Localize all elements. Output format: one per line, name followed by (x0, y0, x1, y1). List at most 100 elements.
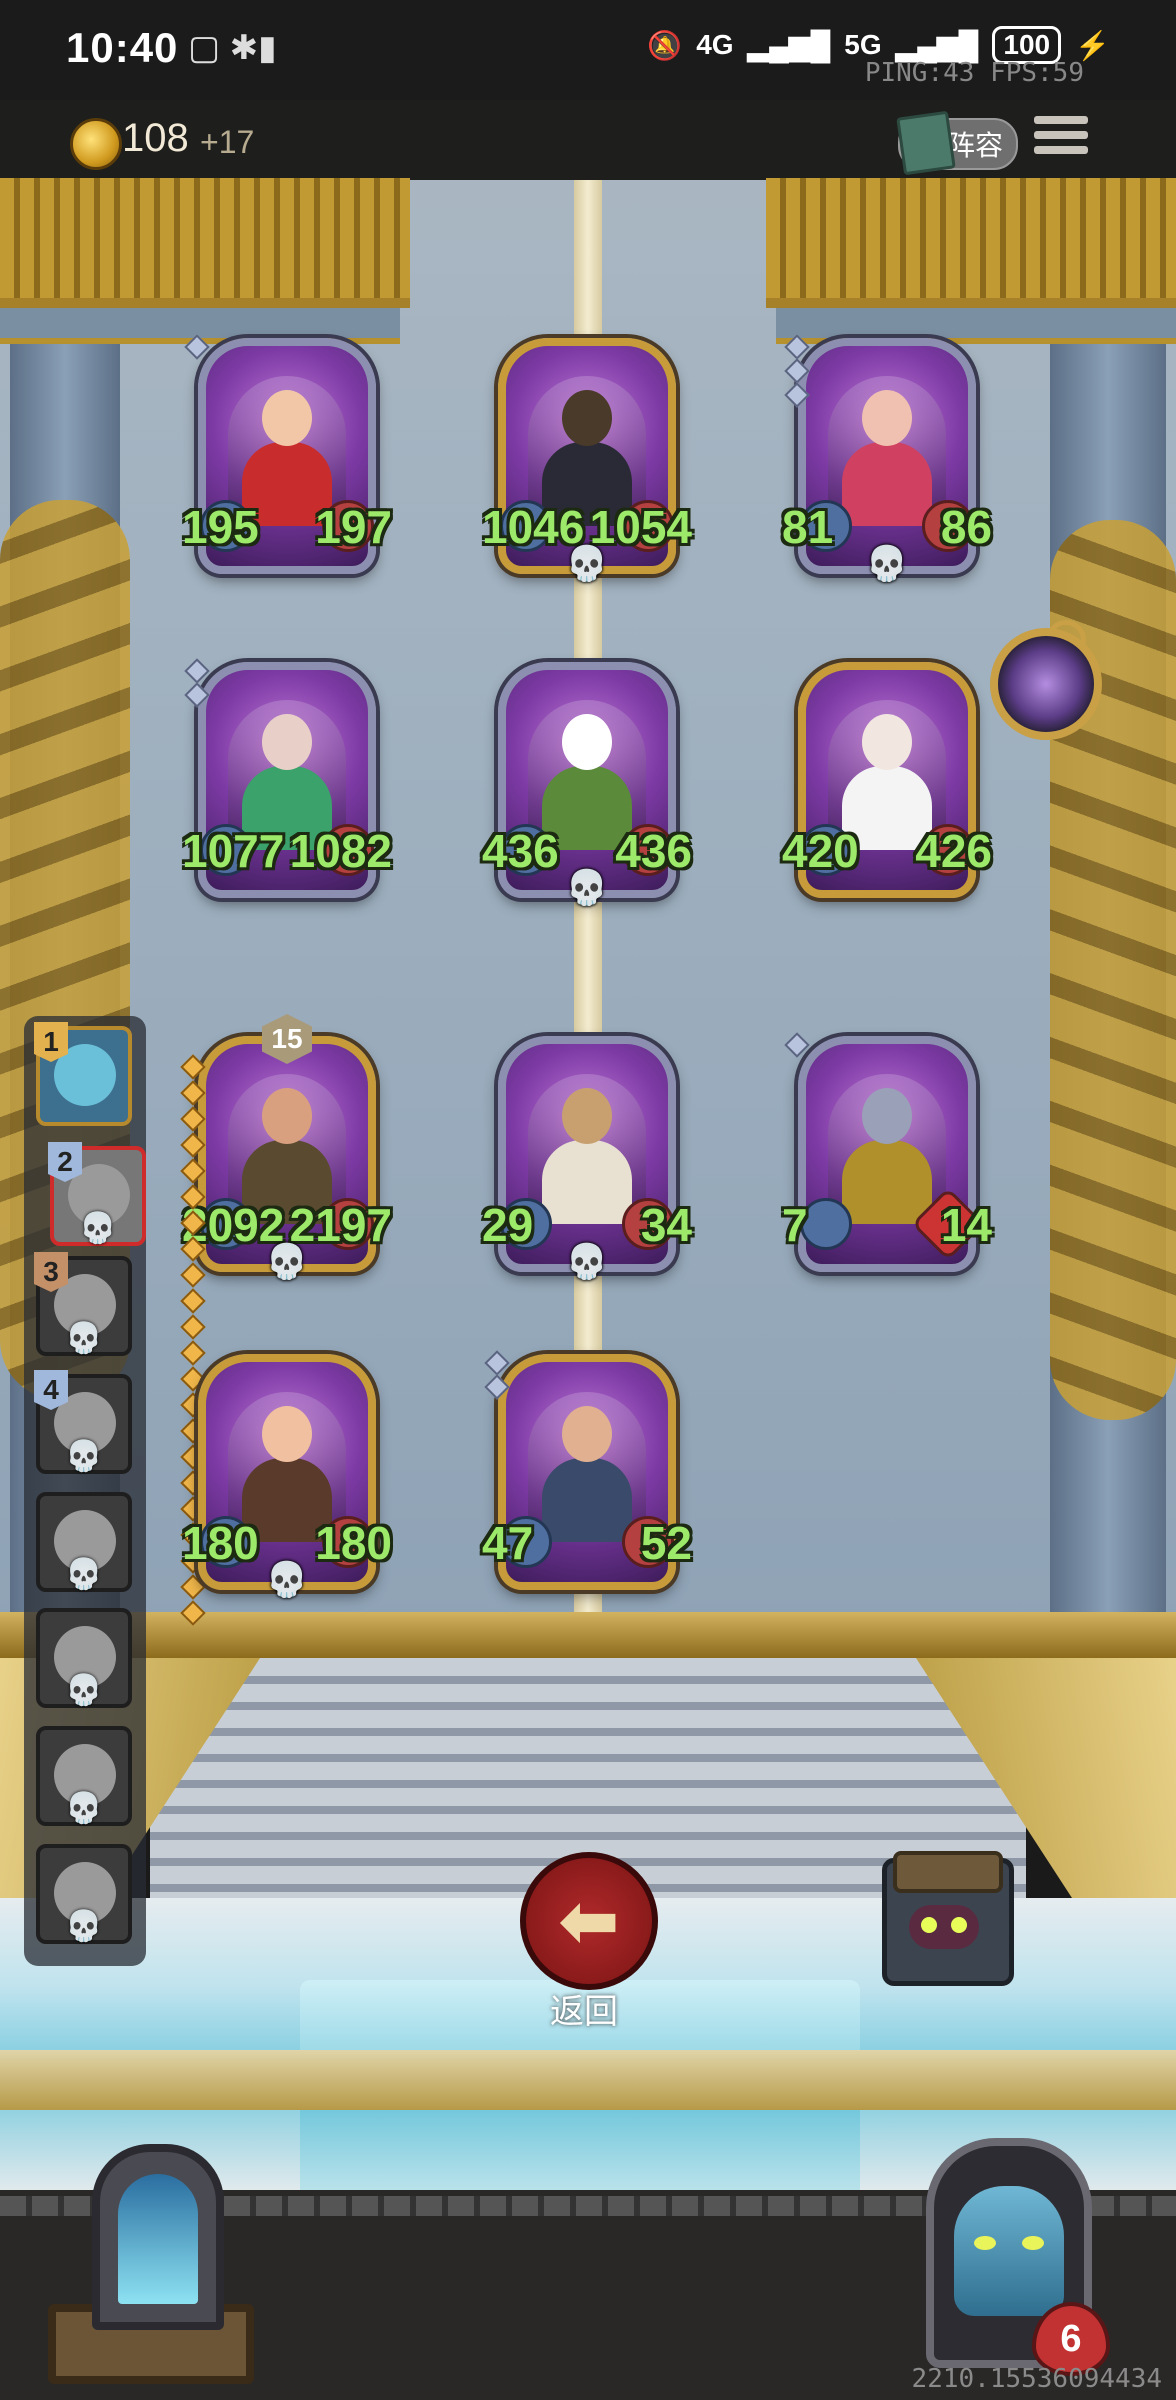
diamond-icon (784, 334, 810, 360)
skull-icon: 💀 (865, 545, 909, 583)
pool-rim (0, 2050, 1176, 2110)
diamond-icon (184, 334, 210, 360)
hero-card[interactable]: 29 34 💀 (482, 1036, 692, 1281)
gold-diamond-icon (180, 1262, 206, 1288)
roof-right (766, 178, 1176, 308)
skull-icon: 💀 (65, 1910, 103, 1943)
hero-head (262, 1088, 312, 1144)
hero-attack: 420 (782, 825, 859, 877)
bluetooth-icon: ▢ ✱▮ (188, 29, 277, 67)
hero-head (562, 1406, 612, 1462)
skull-icon: 💀 (265, 1561, 309, 1599)
hero-health: 52 (640, 1517, 692, 1569)
charging-icon: ⚡ (1075, 29, 1110, 61)
gold-diamond-icon (180, 1340, 206, 1366)
skull-icon: 💀 (265, 1243, 309, 1281)
pocket-watch-icon[interactable] (990, 628, 1102, 740)
skull-icon: 💀 (565, 869, 609, 907)
hero-head (862, 714, 912, 770)
gold-diamond-icon (180, 1054, 206, 1080)
hero-portrait (828, 1074, 946, 1224)
roster-slot[interactable]: 2 💀 (48, 1142, 146, 1246)
gold-diamond-icon (180, 1236, 206, 1262)
gold-diamond-icon (180, 1288, 206, 1314)
player-face (954, 2186, 1064, 2316)
hero-card[interactable]: 436 436 💀 (482, 662, 692, 907)
skull-icon: 💀 (79, 1212, 117, 1245)
roster-slot[interactable]: 💀 (36, 1726, 132, 1826)
signal-icon-2: ▂▄▆█ (895, 29, 979, 61)
portal-inner (118, 2174, 198, 2304)
hero-card[interactable]: 2092 2197 💀 15 (180, 1014, 392, 1626)
status-bar: 10:40 ▢ ✱▮ 🔕 4G ▂▄▆█ 5G ▂▄▆█ 100 ⚡ PING:… (0, 0, 1176, 100)
skull-icon: 💀 (565, 1243, 609, 1281)
hero-body (542, 1458, 632, 1542)
hero-health: 34 (640, 1199, 692, 1251)
network-5g: 5G (844, 29, 882, 60)
diamond-icon (184, 682, 210, 708)
hero-body (842, 1140, 932, 1224)
roster-slot[interactable]: 4 💀 (34, 1370, 132, 1474)
diamond-icon (784, 1032, 810, 1058)
hero-card[interactable]: 1077 1082 (182, 658, 392, 898)
menu-icon[interactable] (1034, 116, 1088, 164)
roof-left (0, 178, 410, 308)
hero-health: 1082 (289, 825, 392, 877)
hero-card[interactable]: 47 52 (482, 1350, 692, 1590)
tier-diamonds (784, 1032, 810, 1058)
hero-card[interactable]: 7 14 (782, 1032, 992, 1272)
gold-diamond-icon (180, 1132, 206, 1158)
hero-card[interactable]: 180 180 💀 (182, 1354, 392, 1599)
status-time: 10:40 (66, 24, 179, 71)
diamond-icon (784, 358, 810, 384)
skull-icon: 💀 (65, 1558, 103, 1591)
gold-diamond-icon (180, 1184, 206, 1210)
gold-diamond-icon (180, 1314, 206, 1340)
arrow-left-icon: ⬅ (559, 1882, 619, 1960)
hero-health: 436 (615, 825, 692, 877)
lineup-label: 阵容 (946, 130, 1003, 161)
hero-attack: 436 (482, 825, 559, 877)
hero-head (262, 1406, 312, 1462)
tier-diamonds (184, 334, 210, 360)
roster-slot[interactable]: 1 (34, 1022, 132, 1126)
gold-amount: 108 (122, 116, 189, 160)
skull-icon: 💀 (65, 1792, 103, 1825)
hero-portrait (828, 376, 946, 526)
portal-icon[interactable] (48, 2144, 254, 2384)
hero-card[interactable]: 195 197 (182, 334, 392, 574)
roster-slot[interactable]: 💀 (36, 1844, 132, 1944)
hero-head (862, 390, 912, 446)
diamond-icon (484, 1350, 510, 1376)
chest-lid (893, 1851, 1003, 1893)
hero-attack: 81 (782, 501, 834, 553)
hero-card[interactable]: 1046 1054 💀 (482, 338, 692, 583)
tier-diamonds (484, 1350, 510, 1400)
player-eye (1022, 2236, 1044, 2250)
diamond-icon (784, 382, 810, 408)
hero-attack: 1077 (182, 825, 285, 877)
skull-icon: 💀 (65, 1674, 103, 1707)
skull-icon: 💀 (65, 1322, 103, 1355)
skull-icon: 💀 (565, 545, 609, 583)
hero-health: 86 (940, 501, 992, 553)
diamond-icon (184, 658, 210, 684)
diamond-icon (484, 1374, 510, 1400)
roster-slot[interactable]: 💀 (36, 1608, 132, 1708)
roster-slot[interactable]: 3 💀 (34, 1252, 132, 1356)
hero-health: 197 (315, 501, 392, 553)
gold-diamond-icon (180, 1210, 206, 1236)
hero-portrait (528, 1392, 646, 1542)
back-button[interactable]: ⬅ (520, 1852, 658, 1990)
player-eye (974, 2236, 996, 2250)
hero-head (262, 390, 312, 446)
tier-diamonds (784, 334, 810, 408)
player-roster: 1 2 💀 3 💀 4 💀 💀 💀 💀 💀 (24, 1016, 146, 1966)
rank-badge: 2 (48, 1142, 82, 1182)
hero-card[interactable]: 420 426 (782, 662, 992, 898)
treasure-chest-icon[interactable] (882, 1851, 1014, 1986)
hero-attack: 29 (482, 1199, 534, 1251)
roster-slot[interactable]: 💀 (36, 1492, 132, 1592)
hero-card[interactable]: 81 86 💀 (782, 334, 992, 583)
hero-attack: 47 (482, 1517, 534, 1569)
